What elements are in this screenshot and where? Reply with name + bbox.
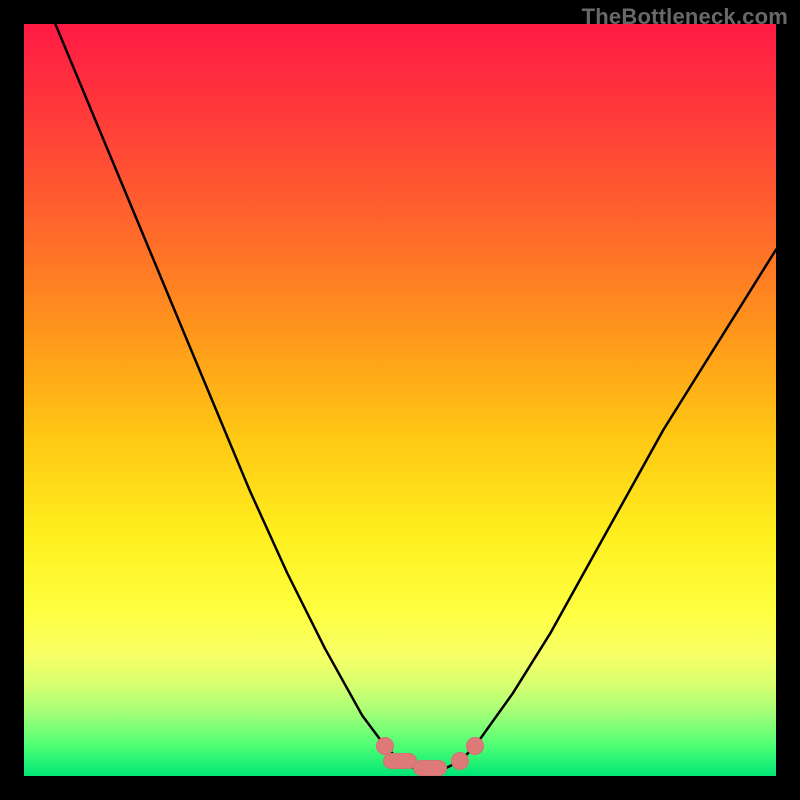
marker-layer <box>24 24 776 776</box>
plot-area <box>24 24 776 776</box>
watermark-text: TheBottleneck.com <box>582 4 788 30</box>
curve-marker <box>451 752 469 770</box>
curve-marker <box>413 760 447 776</box>
curve-marker <box>383 753 417 769</box>
curve-marker <box>466 737 484 755</box>
chart-frame: TheBottleneck.com <box>0 0 800 800</box>
